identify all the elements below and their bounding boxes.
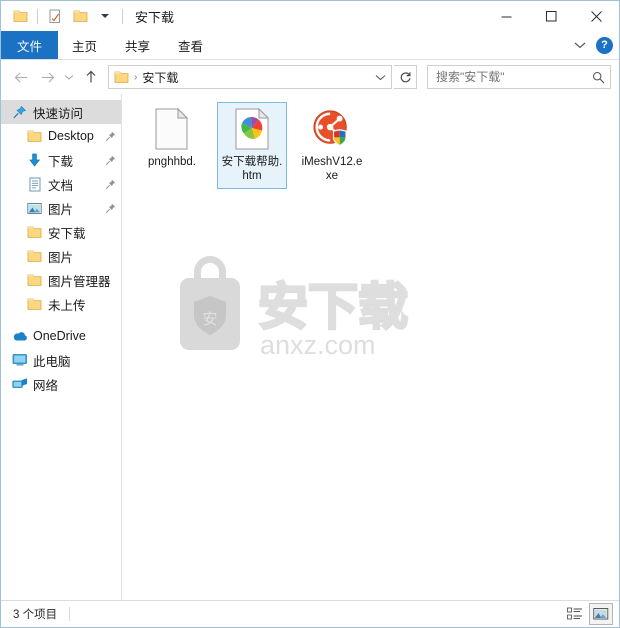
sidebar-item-this-pc[interactable]: 此电脑 xyxy=(1,348,121,372)
imesh-shield-icon xyxy=(312,107,352,151)
file-grid: pnghhbd. 安下载帮助.htm iMeshV12.exe xyxy=(122,94,619,191)
folder-icon xyxy=(26,224,43,241)
this-pc-icon xyxy=(11,352,28,369)
file-name-label: iMeshV12.exe xyxy=(301,156,363,182)
breadcrumb-folder-icon xyxy=(114,70,129,84)
file-item[interactable]: pnghhbd. xyxy=(137,102,207,189)
breadcrumb-dropdown-icon[interactable] xyxy=(371,67,389,87)
sidebar-item-label: 下载 xyxy=(48,154,74,169)
blank-document-icon xyxy=(152,107,192,151)
pin-icon[interactable] xyxy=(103,155,117,166)
window-controls xyxy=(484,1,619,31)
sidebar-item-desktop[interactable]: Desktop xyxy=(1,124,121,148)
navigation-pane: 快速访问 Desktop 下载 文档 图片 安下载 图片 图片管理器 未上传 O… xyxy=(1,94,122,600)
file-explorer-window: 安下载 文件 主页 共享 查看 ? › 安下载 搜索"安下载" 快速访问 Des… xyxy=(0,0,620,628)
toolbar-divider xyxy=(37,8,38,24)
refresh-button[interactable] xyxy=(394,65,417,89)
pin-icon[interactable] xyxy=(103,131,117,142)
address-bar: › 安下载 xyxy=(1,60,619,94)
sidebar-item-quick-access[interactable]: 快速访问 xyxy=(1,100,121,124)
quick-access-toolbar: 安下载 xyxy=(1,5,174,27)
search-icon[interactable] xyxy=(590,71,606,84)
properties-icon[interactable] xyxy=(44,5,66,27)
folder-icon[interactable] xyxy=(9,5,31,27)
sidebar-item-documents[interactable]: 文档 xyxy=(1,172,121,196)
folder-icon xyxy=(26,272,43,289)
item-count-label: 3 个项目 xyxy=(13,609,58,621)
sidebar-item-label: 文档 xyxy=(48,178,74,193)
details-view-icon[interactable] xyxy=(563,603,587,625)
folder-icon xyxy=(26,296,43,313)
chevron-down-icon[interactable] xyxy=(572,37,588,53)
status-bar: 3 个项目 xyxy=(1,600,619,627)
breadcrumb-separator[interactable]: › xyxy=(134,72,137,83)
watermark-brand-text: 安下载 xyxy=(258,279,408,335)
document-icon xyxy=(26,176,43,193)
pin-icon[interactable] xyxy=(103,203,117,214)
site-watermark: 安 安下载 anxz.com xyxy=(150,254,440,369)
sidebar-item-onedrive[interactable]: OneDrive xyxy=(1,324,121,348)
tab-view[interactable]: 查看 xyxy=(164,31,217,59)
ribbon-right-controls: ? xyxy=(572,31,613,59)
download-icon xyxy=(26,152,43,169)
tab-file[interactable]: 文件 xyxy=(1,31,59,59)
network-icon xyxy=(11,376,28,393)
folder-icon xyxy=(26,248,43,265)
window-title: 安下载 xyxy=(135,9,175,25)
sidebar-item-label: 图片 xyxy=(48,202,74,217)
back-button[interactable] xyxy=(9,65,33,89)
pictures-icon xyxy=(26,200,43,217)
tab-share[interactable]: 共享 xyxy=(111,31,164,59)
pin-icon[interactable] xyxy=(103,179,117,190)
file-item[interactable]: 安下载帮助.htm xyxy=(217,102,287,189)
maximize-button[interactable] xyxy=(529,1,574,31)
help-icon[interactable]: ? xyxy=(596,36,613,54)
sidebar-item-network[interactable]: 网络 xyxy=(1,372,121,396)
file-list-pane[interactable]: 安 安下载 anxz.com pnghhbd. 安下载帮助.htm iMeshV… xyxy=(122,94,619,600)
file-name-label: pnghhbd. xyxy=(148,156,196,168)
recent-locations-button[interactable] xyxy=(61,65,77,89)
forward-button[interactable] xyxy=(35,65,59,89)
search-input[interactable] xyxy=(434,69,591,85)
title-divider xyxy=(122,8,123,24)
sidebar-item-label: 网络 xyxy=(33,378,59,393)
close-button[interactable] xyxy=(574,1,619,31)
new-folder-icon[interactable] xyxy=(69,5,91,27)
sidebar-item-pictures-folder[interactable]: 图片 xyxy=(1,244,121,268)
sidebar-item-label: 未上传 xyxy=(48,298,86,313)
watermark-shield-char: 安 xyxy=(202,311,217,328)
large-icons-view-icon[interactable] xyxy=(589,603,613,625)
file-item[interactable]: iMeshV12.exe xyxy=(297,102,367,189)
sidebar-item-label: OneDrive xyxy=(33,329,86,343)
pin-star-icon xyxy=(11,104,28,121)
tab-home[interactable]: 主页 xyxy=(58,31,111,59)
sidebar-item-downloads[interactable]: 下载 xyxy=(1,148,121,172)
watermark-domain-text: anxz.com xyxy=(260,330,376,360)
folder-icon xyxy=(26,128,43,145)
search-box[interactable] xyxy=(427,65,611,89)
sidebar-item-label: 图片 xyxy=(48,250,74,265)
onedrive-cloud-icon xyxy=(11,328,28,345)
sidebar-item-pictures[interactable]: 图片 xyxy=(1,196,121,220)
html-pinwheel-icon xyxy=(232,107,272,151)
customize-dropdown-icon[interactable] xyxy=(94,5,116,27)
breadcrumb-path[interactable]: 安下载 xyxy=(142,69,178,86)
sidebar-item-not-uploaded[interactable]: 未上传 xyxy=(1,292,121,316)
sidebar-item-label: 快速访问 xyxy=(33,106,84,121)
sidebar-item-label: Desktop xyxy=(48,129,94,143)
sidebar-item-label: 图片管理器 xyxy=(48,274,111,289)
up-button[interactable] xyxy=(79,65,103,89)
sidebar-item-anxiazai[interactable]: 安下载 xyxy=(1,220,121,244)
sidebar-item-picture-manager[interactable]: 图片管理器 xyxy=(1,268,121,292)
status-divider xyxy=(69,607,71,621)
explorer-body: 快速访问 Desktop 下载 文档 图片 安下载 图片 图片管理器 未上传 O… xyxy=(1,94,619,600)
ribbon-tab-bar: 文件 主页 共享 查看 ? xyxy=(1,31,619,60)
sidebar-item-label: 此电脑 xyxy=(33,354,71,369)
sidebar-item-label: 安下载 xyxy=(48,226,86,241)
file-name-label: 安下载帮助.htm xyxy=(221,156,283,182)
breadcrumb[interactable]: › 安下载 xyxy=(108,65,392,89)
minimize-button[interactable] xyxy=(484,1,529,31)
title-bar: 安下载 xyxy=(1,1,619,31)
